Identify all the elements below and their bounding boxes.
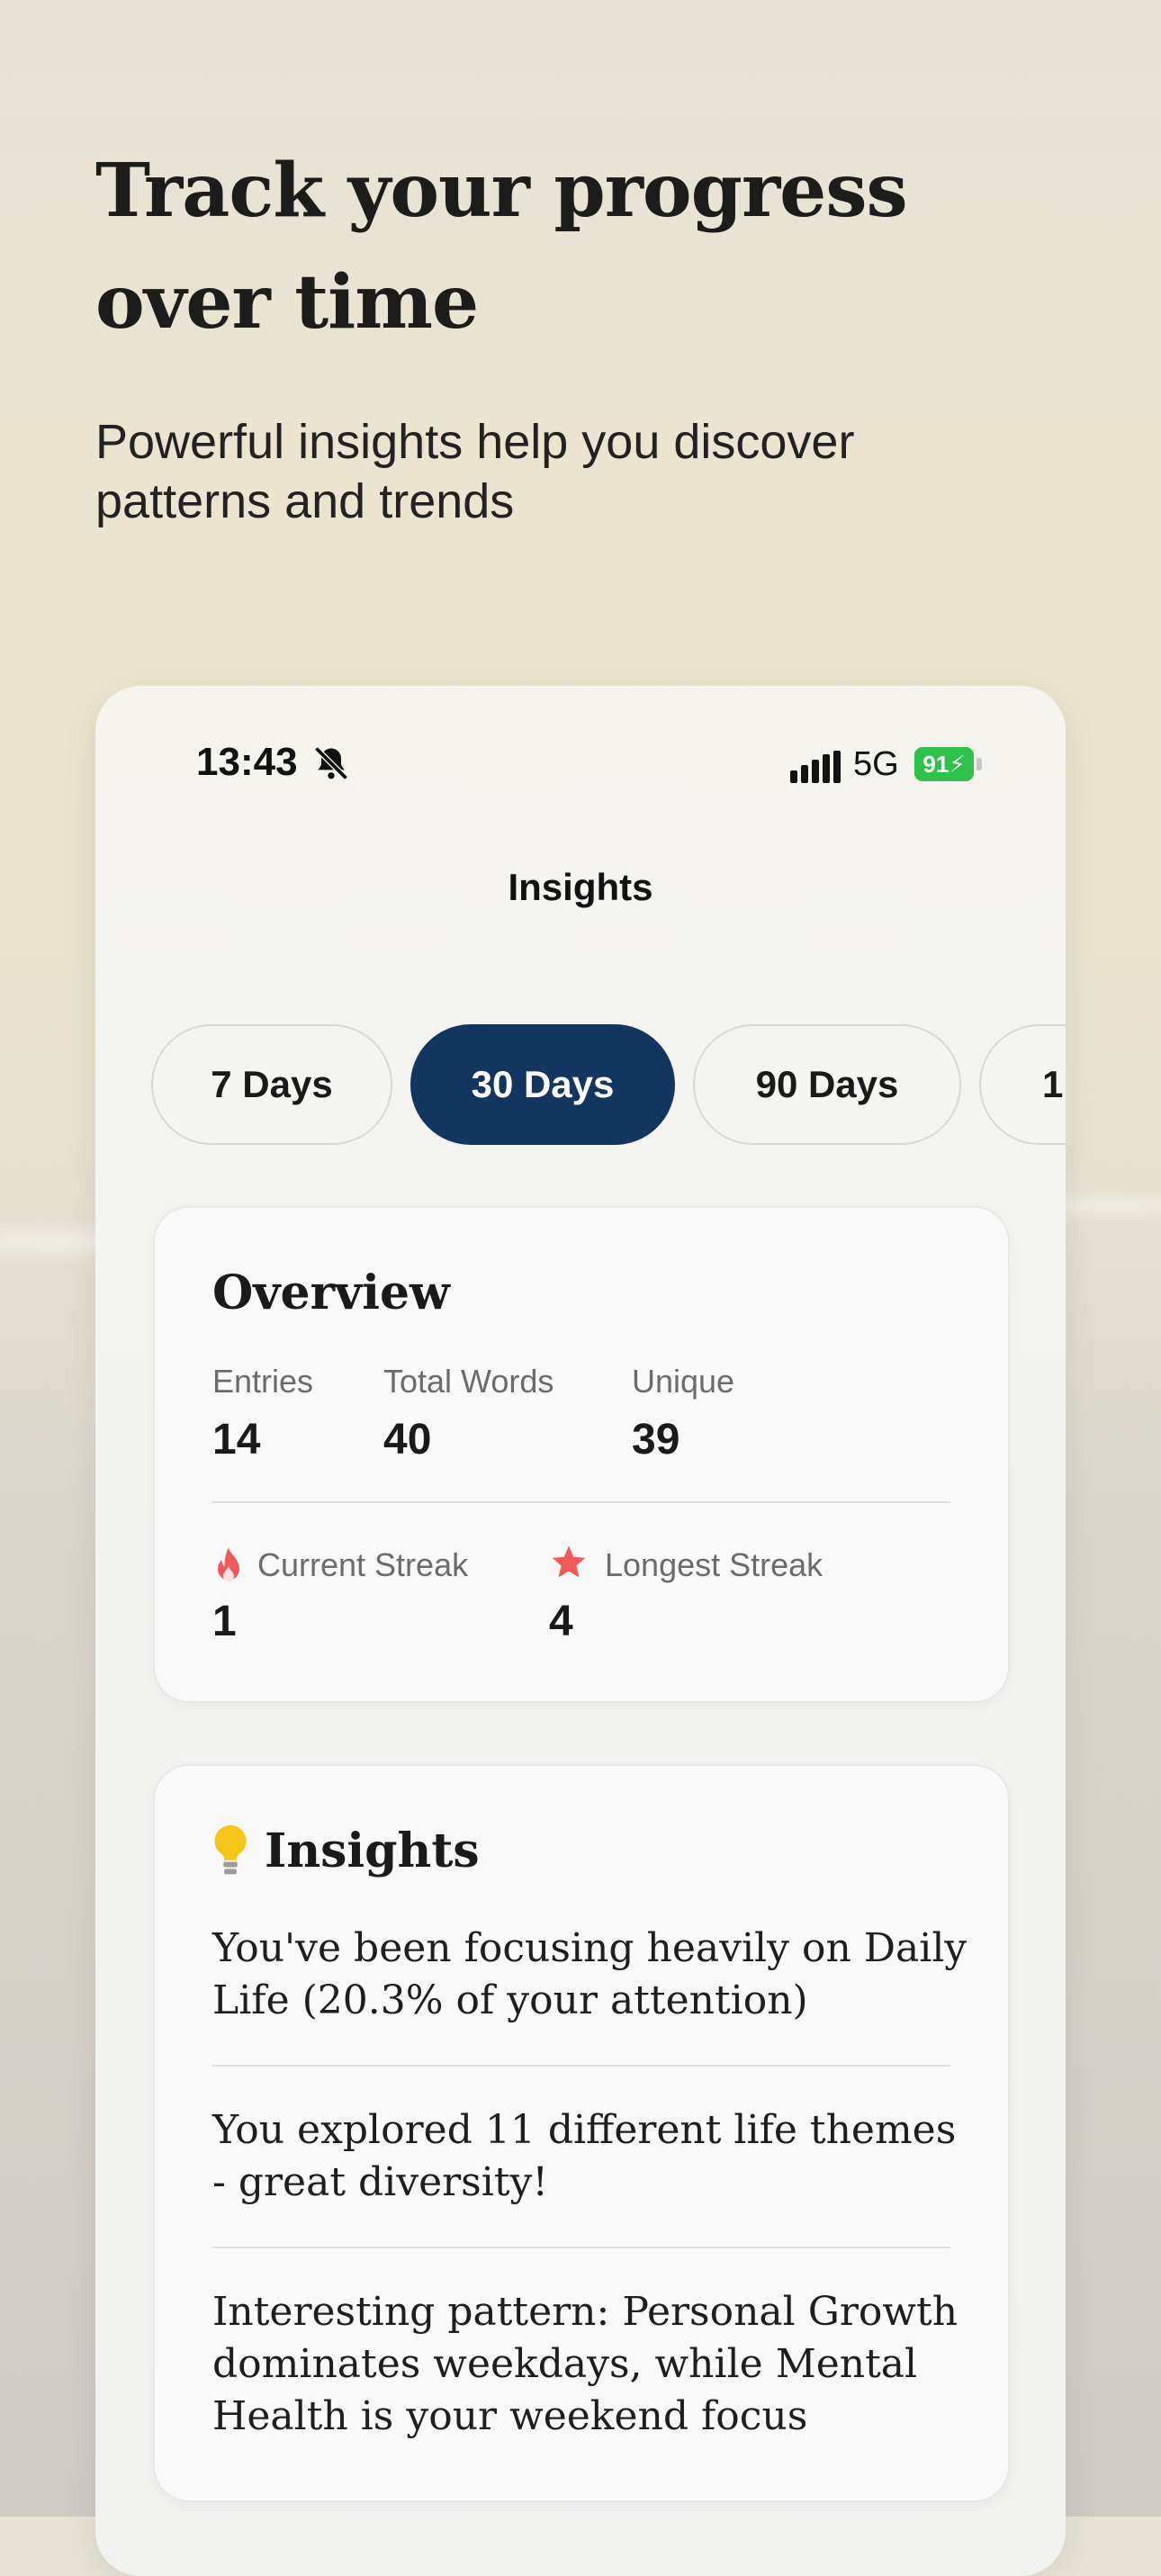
tab-90-days[interactable]: 90 Days (693, 1024, 961, 1145)
network-label: 5G (853, 745, 899, 783)
hero-title: Track your progress over time (95, 148, 908, 346)
battery-level: 91⚡ (914, 747, 974, 781)
longest-streak-label: Longest Streak (605, 1546, 824, 1583)
status-time: 13:43 (196, 740, 298, 784)
stat-entries-value: 14 (212, 1416, 261, 1464)
period-tabs: 7 Days 30 Days 90 Days 1 (151, 1024, 1066, 1148)
battery-icon: 91⚡ (914, 747, 986, 781)
signal-icon (790, 751, 841, 783)
longest-streak-value: 4 (549, 1598, 573, 1645)
nav-title: Insights (508, 866, 653, 908)
stat-total-words-label: Total Words (383, 1363, 554, 1400)
insight-item: Interesting pattern: Personal Growth dom… (212, 2289, 958, 2439)
bell-muted-icon (314, 746, 348, 780)
star-icon (552, 1545, 586, 1578)
hero-subtitle: Powerful insights help you discover patt… (95, 415, 855, 528)
status-bar: 13:43 5G 91⚡ (95, 740, 1066, 812)
flame-icon (218, 1547, 239, 1581)
battery-cap (976, 758, 982, 770)
stat-unique-label: Unique (632, 1363, 735, 1400)
overview-title: Overview (212, 1265, 450, 1320)
current-streak-value: 1 (212, 1598, 237, 1645)
insights-title: Insights (265, 1824, 480, 1878)
stat-unique-value: 39 (632, 1416, 680, 1464)
overview-card: Overview Entries 14 Total Words 40 Uniqu… (153, 1206, 1010, 1703)
battery-text: 91 (922, 751, 950, 778)
insights-card: Insights You've been focusing heavily on… (153, 1764, 1010, 2502)
charging-bolt-icon: ⚡ (949, 751, 966, 778)
lightbulb-icon (214, 1824, 247, 1875)
insight-divider (212, 2247, 950, 2248)
insight-item: You've been focusing heavily on Daily Li… (212, 1925, 968, 2023)
current-streak-label: Current Streak (257, 1546, 469, 1583)
stat-total-words-value: 40 (383, 1416, 432, 1464)
stat-entries-label: Entries (212, 1363, 314, 1400)
insight-item: You explored 11 different life themes - … (212, 2107, 957, 2205)
tab-1-year[interactable]: 1 (979, 1024, 1066, 1145)
insight-divider (212, 2065, 950, 2067)
overview-divider (212, 1501, 950, 1503)
phone-mockup: 13:43 5G 91⚡ Insights 7 Days 30 Days 90 … (95, 686, 1066, 2576)
tab-30-days[interactable]: 30 Days (410, 1024, 675, 1145)
tab-7-days[interactable]: 7 Days (151, 1024, 392, 1145)
